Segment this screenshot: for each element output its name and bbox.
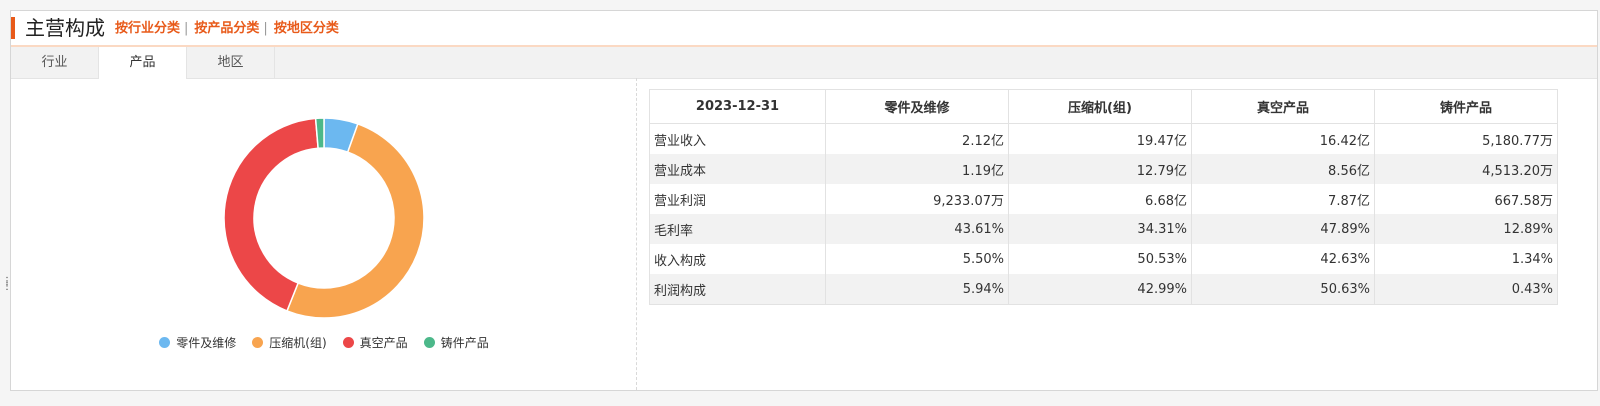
link-separator: |	[263, 21, 268, 36]
legend-item[interactable]: 零件及维修	[159, 334, 236, 351]
legend-dot-icon	[423, 337, 435, 348]
table-cell: 667.58万	[1374, 184, 1558, 214]
data-table: 2023-12-31 零件及维修 压缩机(组) 真空产品 铸件产品 营业收入 2.…	[649, 89, 1558, 305]
tab-product[interactable]: 产品	[99, 47, 187, 79]
table-cell: 5,180.77万	[1374, 123, 1558, 154]
header-accent-bar	[11, 17, 15, 39]
donut-chart	[223, 117, 425, 319]
table-cell: 47.89%	[1191, 214, 1375, 244]
table-row: 营业利润 9,233.07万 6.68亿 7.87亿 667.58万	[649, 184, 1558, 214]
table-cell: 8.56亿	[1191, 154, 1375, 184]
table-row: 收入构成 5.50% 50.53% 42.63% 1.34%	[649, 244, 1558, 274]
table-cell: 0.43%	[1374, 274, 1558, 305]
legend-label: 零件及维修	[176, 336, 237, 350]
link-by-industry[interactable]: 按行业分类	[115, 21, 180, 36]
legend-label: 压缩机(组)	[269, 336, 327, 350]
tab-region[interactable]: 地区	[187, 47, 275, 78]
legend-dot-icon	[342, 337, 354, 348]
row-label: 利润构成	[649, 274, 826, 305]
legend-item[interactable]: 压缩机(组)	[252, 334, 327, 351]
row-label: 收入构成	[649, 244, 826, 274]
legend-label: 真空产品	[359, 336, 408, 350]
table-body: 营业收入 2.12亿 19.47亿 16.42亿 5,180.77万 营业成本 1.19亿 1…	[649, 123, 1558, 305]
header-casting: 铸件产品	[1374, 89, 1558, 124]
table-cell: 4,513.20万	[1374, 154, 1558, 184]
tab-bar: 行业 产品 地区	[11, 47, 1597, 79]
chart-legend: 零件及维修 压缩机(组) 真空产品 铸件产品	[11, 334, 637, 354]
tab-industry[interactable]: 行业	[11, 47, 99, 78]
table-cell: 5.50%	[825, 244, 1009, 274]
row-label: 毛利率	[649, 214, 826, 244]
table-cell: 7.87亿	[1191, 184, 1375, 214]
link-by-product[interactable]: 按产品分类	[194, 21, 259, 36]
donut-slice[interactable]	[286, 122, 425, 319]
table-cell: 19.47亿	[1008, 123, 1192, 154]
row-label: 营业利润	[649, 184, 826, 214]
table-cell: 1.34%	[1374, 244, 1558, 274]
table-row: 毛利率 43.61% 34.31% 47.89% 12.89%	[649, 214, 1558, 244]
tab-content: 零件及维修 压缩机(组) 真空产品 铸件产品 2023-12-31 零件及维修 压缩机…	[11, 78, 1597, 390]
header-compressor: 压缩机(组)	[1008, 89, 1192, 124]
chart-area: 零件及维修 压缩机(组) 真空产品 铸件产品	[11, 78, 637, 390]
link-by-region[interactable]: 按地区分类	[274, 21, 339, 36]
header-vacuum: 真空产品	[1191, 89, 1375, 124]
main-business-panel: 主营构成 按行业分类 | 按产品分类 | 按地区分类 行业 产品 地区 零件及维修 压缩机…	[10, 10, 1598, 391]
table-cell: 1.19亿	[825, 154, 1009, 184]
legend-item[interactable]: 铸件产品	[423, 334, 489, 351]
table-cell: 50.63%	[1191, 274, 1375, 305]
legend-item[interactable]: 真空产品	[342, 334, 408, 351]
table-cell: 12.79亿	[1008, 154, 1192, 184]
table-cell: 5.94%	[825, 274, 1009, 305]
row-label: 营业收入	[649, 123, 826, 154]
table-cell: 9,233.07万	[825, 184, 1009, 214]
donut-slice[interactable]	[223, 117, 319, 312]
row-label: 营业成本	[649, 154, 826, 184]
legend-dot-icon	[159, 337, 171, 348]
table-cell: 2.12亿	[825, 123, 1009, 154]
link-separator: |	[184, 21, 189, 36]
table-header-row: 2023-12-31 零件及维修 压缩机(组) 真空产品 铸件产品	[649, 89, 1558, 124]
legend-label: 铸件产品	[440, 336, 489, 350]
header-parts-repair: 零件及维修	[825, 89, 1009, 124]
table-cell: 50.53%	[1008, 244, 1192, 274]
resize-grip-icon[interactable]: ⋮⋮⋮⋮	[2, 277, 22, 299]
data-table-wrap: 2023-12-31 零件及维修 压缩机(组) 真空产品 铸件产品 营业收入 2.…	[649, 89, 1558, 305]
table-row: 营业收入 2.12亿 19.47亿 16.42亿 5,180.77万	[649, 123, 1558, 154]
table-cell: 6.68亿	[1008, 184, 1192, 214]
table-cell: 43.61%	[825, 214, 1009, 244]
legend-dot-icon	[252, 337, 264, 348]
table-cell: 34.31%	[1008, 214, 1192, 244]
table-cell: 16.42亿	[1191, 123, 1375, 154]
header-date: 2023-12-31	[649, 89, 826, 124]
table-row: 营业成本 1.19亿 12.79亿 8.56亿 4,513.20万	[649, 154, 1558, 184]
table-row: 利润构成 5.94% 42.99% 50.63% 0.43%	[649, 274, 1558, 305]
category-links: 按行业分类 | 按产品分类 | 按地区分类	[115, 21, 339, 37]
page-title: 主营构成	[25, 16, 105, 40]
table-cell: 42.63%	[1191, 244, 1375, 274]
panel-header: 主营构成 按行业分类 | 按产品分类 | 按地区分类	[11, 11, 1597, 47]
table-cell: 12.89%	[1374, 214, 1558, 244]
table-cell: 42.99%	[1008, 274, 1192, 305]
